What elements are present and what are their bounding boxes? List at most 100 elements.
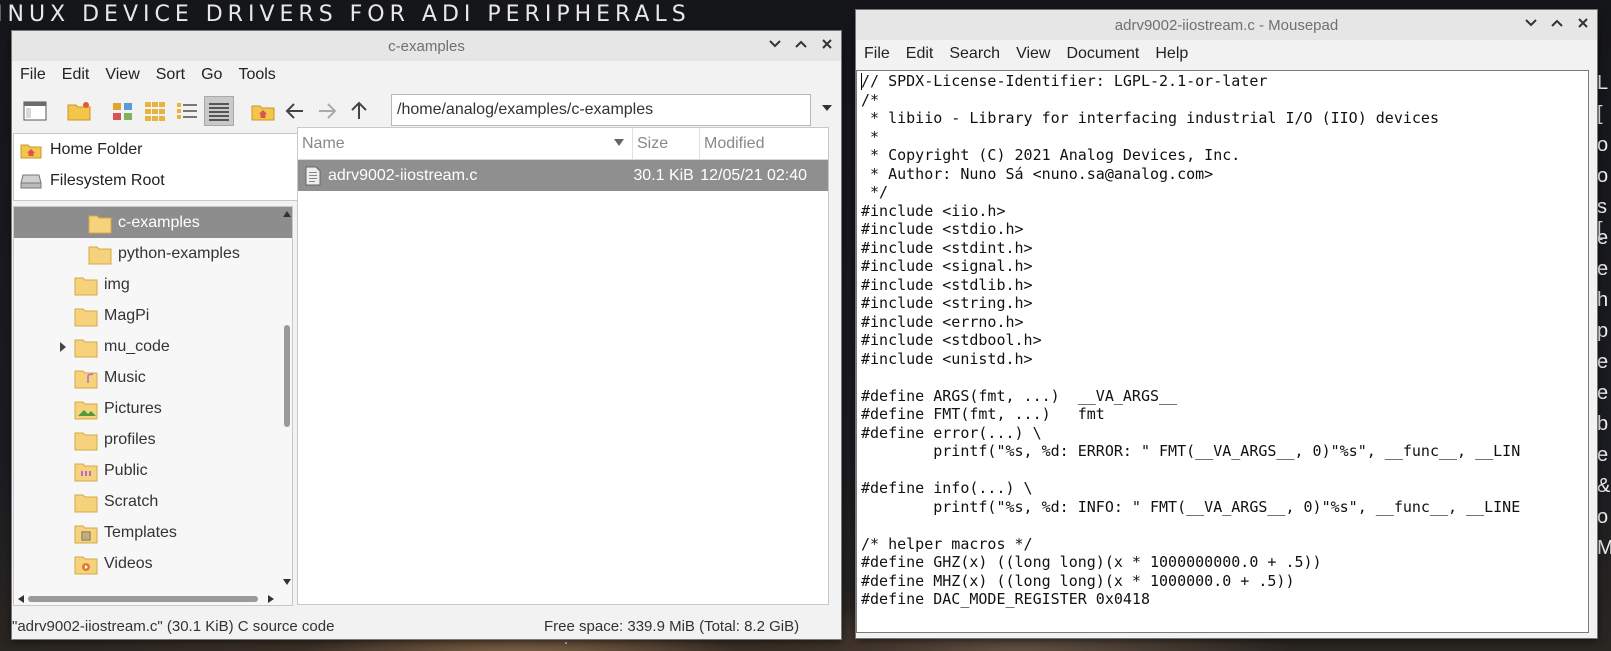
view-thumbnails-button[interactable] bbox=[108, 96, 138, 126]
new-folder-button[interactable] bbox=[64, 96, 94, 126]
view-icons-button[interactable] bbox=[140, 96, 170, 126]
desktop-edge-char: o bbox=[1597, 134, 1609, 156]
tree-item-label: profiles bbox=[104, 430, 156, 448]
chevron-up-icon bbox=[1551, 19, 1563, 27]
c-source-file-icon bbox=[298, 166, 328, 186]
maximize-button[interactable] bbox=[1549, 16, 1565, 32]
file-modified: 12/05/21 02:40 bbox=[700, 166, 807, 184]
code-line: // SPDX-License-Identifier: LGPL-2.1-or-… bbox=[861, 72, 1268, 90]
view-list-button[interactable] bbox=[204, 96, 234, 126]
column-name-header[interactable]: Name bbox=[298, 128, 633, 159]
menu-help[interactable]: Help bbox=[1147, 45, 1196, 63]
path-history-dropdown[interactable] bbox=[820, 101, 836, 117]
mousepad-titlebar[interactable]: adrv9002-iiostream.c - Mousepad bbox=[856, 10, 1597, 40]
window-title: c-examples bbox=[388, 38, 465, 55]
tree-item[interactable]: Pictures bbox=[14, 393, 162, 424]
place-filesystem-root[interactable]: Filesystem Root bbox=[14, 165, 302, 196]
menu-file[interactable]: File bbox=[856, 45, 898, 63]
minimize-button[interactable] bbox=[767, 37, 783, 53]
menu-view[interactable]: View bbox=[1008, 45, 1058, 63]
videos-folder-icon bbox=[74, 555, 98, 574]
expander-icon[interactable] bbox=[59, 340, 67, 358]
menu-tools[interactable]: Tools bbox=[230, 66, 283, 84]
desktop-edge-char: b bbox=[1597, 413, 1609, 435]
close-button[interactable] bbox=[819, 37, 835, 53]
maximize-button[interactable] bbox=[793, 37, 809, 53]
sort-descending-icon bbox=[614, 139, 624, 146]
code-line: printf("%s, %d: INFO: " FMT(__VA_ARGS__,… bbox=[861, 497, 1521, 516]
code-line: #define info(...) \ bbox=[861, 479, 1033, 497]
icons-view-icon bbox=[145, 102, 165, 121]
code-line: * Copyright (C) 2021 Analog Devices, Inc… bbox=[861, 146, 1241, 164]
tree-item-label: Pictures bbox=[104, 399, 162, 417]
desktop-edge-char: M bbox=[1597, 537, 1611, 559]
list-view-icon bbox=[209, 103, 229, 121]
up-button[interactable] bbox=[344, 96, 374, 126]
tree-item[interactable]: profiles bbox=[14, 424, 156, 455]
file-manager-titlebar[interactable]: c-examples bbox=[12, 31, 841, 61]
templates-folder-icon bbox=[74, 524, 98, 543]
close-button[interactable] bbox=[1575, 16, 1591, 32]
menu-document[interactable]: Document bbox=[1058, 45, 1147, 63]
menu-view[interactable]: View bbox=[97, 66, 147, 84]
code-line: * libiio - Library for interfacing indus… bbox=[861, 109, 1439, 127]
menu-sort[interactable]: Sort bbox=[148, 66, 193, 84]
window-title: adrv9002-iiostream.c - Mousepad bbox=[1114, 17, 1339, 34]
tree-item[interactable]: Music bbox=[14, 362, 146, 393]
view-compact-button[interactable] bbox=[172, 96, 202, 126]
forward-button[interactable] bbox=[312, 96, 342, 126]
file-manager-window: c-examples File Edit View Sort Go Tools bbox=[12, 31, 841, 639]
folder-icon bbox=[74, 276, 98, 295]
menu-search[interactable]: Search bbox=[941, 45, 1008, 63]
code-line: #define MHZ(x) ((long long)(x * 1000000.… bbox=[861, 571, 1295, 590]
tree-item[interactable]: Public bbox=[14, 455, 148, 486]
tree-item-label: Public bbox=[104, 461, 148, 479]
code-line: #define FMT(fmt, ...) fmt bbox=[861, 405, 1105, 423]
code-line: #define GHZ(x) ((long long)(x * 10000000… bbox=[861, 553, 1322, 571]
menu-go[interactable]: Go bbox=[193, 66, 230, 84]
desktop-edge-char: e bbox=[1597, 227, 1609, 249]
code-line: #include <stdio.h> bbox=[861, 220, 1024, 238]
menu-file[interactable]: File bbox=[12, 66, 54, 84]
tree-item[interactable]: img bbox=[14, 269, 130, 300]
pictures-folder-icon bbox=[74, 400, 98, 419]
directory-tree[interactable]: Videos Templates Scratch Public profiles Pict… bbox=[13, 206, 293, 606]
home-button[interactable] bbox=[248, 96, 278, 126]
text-editor-area[interactable]: // SPDX-License-Identifier: LGPL-2.1-or-… bbox=[856, 70, 1589, 633]
tree-item-label: Videos bbox=[104, 554, 153, 572]
minimize-button[interactable] bbox=[1523, 16, 1539, 32]
column-modified-header[interactable]: Modified bbox=[700, 128, 828, 159]
home-icon bbox=[20, 141, 42, 159]
code-line: #include <unistd.h> bbox=[861, 349, 1033, 368]
tree-item[interactable]: Scratch bbox=[14, 486, 158, 517]
tree-item-label: Scratch bbox=[104, 492, 159, 510]
tree-item-label: Music bbox=[104, 368, 146, 386]
tree-item-label: Templates bbox=[104, 523, 177, 541]
tree-item[interactable]: MagPi bbox=[14, 300, 149, 331]
desktop-edge-char: p bbox=[1597, 320, 1609, 342]
place-home-folder[interactable]: Home Folder bbox=[14, 134, 302, 165]
desktop-edge-char: & bbox=[1597, 475, 1611, 497]
tree-vertical-scrollbar[interactable] bbox=[281, 207, 292, 605]
new-window-button[interactable] bbox=[20, 96, 50, 126]
tree-item[interactable]: python-examples bbox=[14, 238, 240, 269]
menu-edit[interactable]: Edit bbox=[898, 45, 942, 63]
path-input[interactable] bbox=[391, 94, 811, 126]
tree-item[interactable]: mu_code bbox=[14, 331, 170, 362]
places-list: Home Folder Filesystem Root bbox=[13, 133, 303, 201]
back-button[interactable] bbox=[280, 96, 310, 126]
tree-item[interactable]: c-examples bbox=[14, 207, 292, 238]
mousepad-window: adrv9002-iiostream.c - Mousepad File Edi… bbox=[856, 10, 1597, 638]
desktop-banner-text: INUX DEVICE DRIVERS FOR ADI PERIPHERALS bbox=[0, 2, 691, 27]
tree-item[interactable]: Templates bbox=[14, 517, 177, 548]
column-size-header[interactable]: Size bbox=[633, 128, 700, 159]
file-list-pane[interactable]: Name Size Modified adrv9002-iiostream.c … bbox=[297, 127, 829, 605]
file-row[interactable]: adrv9002-iiostream.c 30.1 KiB 12/05/21 0… bbox=[298, 160, 828, 191]
code-line: #define error(...) \ bbox=[861, 423, 1042, 442]
code-line: #include <signal.h> bbox=[861, 257, 1033, 275]
tree-horizontal-scrollbar[interactable] bbox=[14, 592, 280, 604]
tree-item[interactable]: Videos bbox=[14, 548, 153, 579]
tree-item-label: MagPi bbox=[104, 306, 150, 324]
menu-edit[interactable]: Edit bbox=[54, 66, 98, 84]
